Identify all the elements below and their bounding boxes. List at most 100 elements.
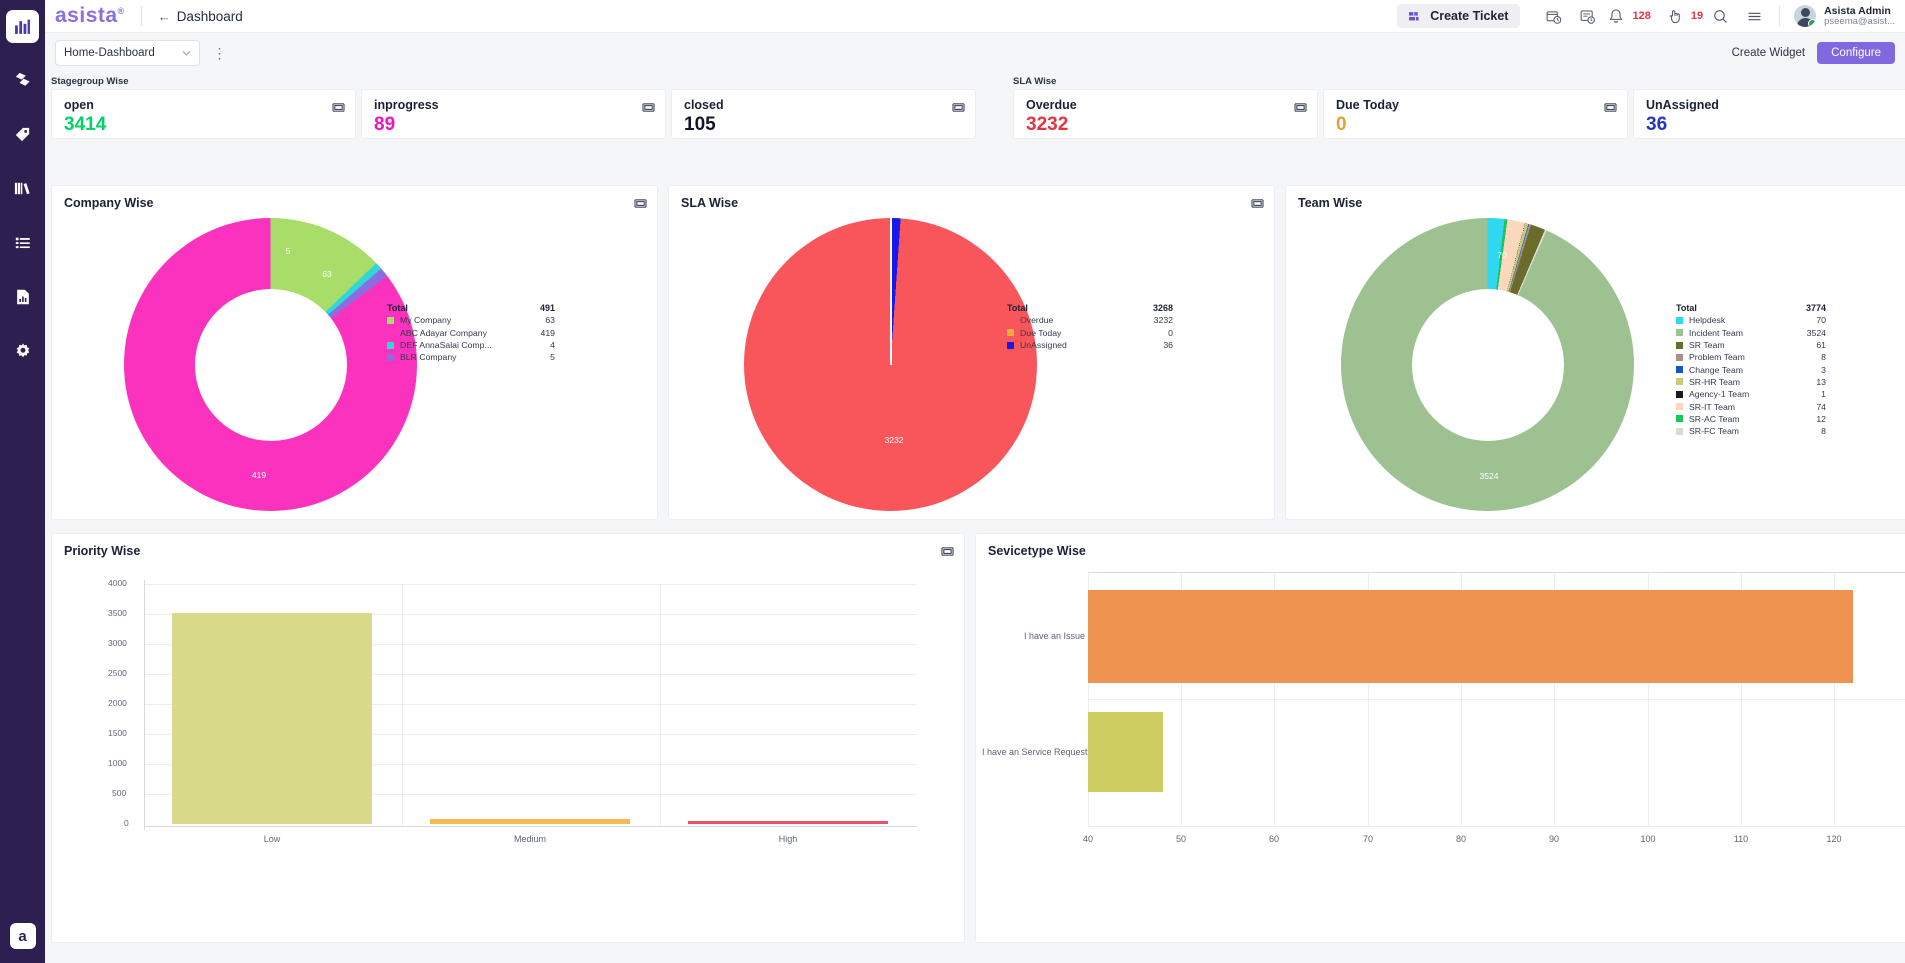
sidebar-item-lists[interactable] — [6, 226, 39, 259]
legend-label: SR-AC Team — [1689, 413, 1740, 424]
avatar — [1794, 4, 1817, 27]
widget-title: Company Wise — [64, 196, 154, 210]
legend-value: 8 — [1821, 426, 1826, 437]
legend-item[interactable]: ABC Adayar Company 419 — [387, 327, 555, 339]
user-menu[interactable]: Asista Admin pseema@asist... — [1794, 5, 1895, 28]
legend-item[interactable]: Helpdesk 70 — [1676, 314, 1826, 326]
sla-pie-chart[interactable]: 3232 — [744, 218, 1037, 511]
bell-icon[interactable] — [1604, 8, 1628, 25]
legend-item[interactable]: SR-IT Team 74 — [1676, 400, 1826, 412]
stat-card-unassigned[interactable]: UnAssigned 36 — [1633, 89, 1905, 139]
bar-high[interactable] — [688, 821, 888, 824]
bar-service-request[interactable] — [1088, 712, 1163, 792]
servicetype-plot[interactable]: I have an Issue I have an Service Reques… — [976, 534, 1905, 942]
x-tick: 100 — [1640, 834, 1656, 844]
brand-registered-mark: ® — [117, 6, 125, 16]
sidebar-item-dashboard[interactable] — [6, 10, 39, 43]
dashboard-select[interactable]: Home-Dashboard — [55, 40, 200, 66]
expand-icon[interactable] — [952, 100, 965, 112]
create-ticket-button[interactable]: Create Ticket — [1397, 4, 1521, 28]
legend-label: Helpdesk — [1689, 315, 1726, 326]
legend-label: Change Team — [1689, 364, 1743, 375]
legend-label: My Company — [400, 315, 452, 326]
legend-item[interactable]: Problem Team 8 — [1676, 351, 1826, 363]
priority-plot[interactable]: 4000 3500 3000 2500 2000 1500 1000 500 0 — [52, 534, 964, 942]
team-donut-chart[interactable]: 3524 70 — [1341, 218, 1634, 511]
y-tick: 500 — [112, 788, 127, 798]
gear-icon — [16, 342, 29, 357]
bar-low[interactable] — [172, 613, 372, 824]
legend-item[interactable]: My Company 63 — [387, 314, 555, 326]
expand-icon[interactable] — [634, 196, 647, 208]
expand-icon[interactable] — [642, 100, 655, 112]
legend-item[interactable]: UnAssigned 36 — [1007, 339, 1173, 351]
books-icon — [14, 182, 30, 195]
dashboard-options-button[interactable]: ⋮ — [210, 41, 230, 65]
menu-icon[interactable] — [1737, 8, 1771, 25]
back-arrow-icon[interactable]: ← — [158, 9, 171, 24]
create-widget-button[interactable]: Create Widget — [1732, 47, 1806, 59]
legend-item[interactable]: Agency-1 Team 1 — [1676, 388, 1826, 400]
legend-item[interactable]: Change Team 3 — [1676, 363, 1826, 375]
x-tick: Medium — [513, 834, 547, 844]
stat-card-open[interactable]: open 3414 — [51, 89, 356, 139]
legend-item[interactable]: Overdue 3232 — [1007, 314, 1173, 326]
brand-logo[interactable]: asista® — [55, 4, 125, 28]
legend-label: Incident Team — [1689, 327, 1743, 338]
sla-legend: Total 3268 Overdue 3232 Due Today 0 UnAs… — [1007, 302, 1173, 351]
chevron-down-icon — [182, 48, 191, 59]
expand-icon[interactable] — [1604, 100, 1617, 112]
slice-label-overdue: 3232 — [884, 435, 904, 445]
stat-card-due-today[interactable]: Due Today 0 — [1323, 89, 1628, 139]
legend-item[interactable]: DEF AnnaSalai Comp... 4 — [387, 339, 555, 351]
stat-card-inprogress[interactable]: inprogress 89 — [361, 89, 666, 139]
ticket-clock-icon[interactable] — [1536, 8, 1570, 25]
expand-icon[interactable] — [332, 100, 345, 112]
company-donut-chart[interactable]: 63 419 5 — [124, 218, 417, 511]
sidebar-item-tags[interactable] — [6, 118, 39, 151]
stat-card-overdue[interactable]: Overdue 3232 — [1013, 89, 1318, 139]
expand-icon[interactable] — [1251, 196, 1264, 208]
app-logo[interactable]: a — [9, 923, 36, 949]
legend-value: 13 — [1816, 376, 1826, 387]
stat-title: open — [64, 98, 94, 112]
header-actions: Create Ticket 128 19 Asista Admin pseema… — [1397, 4, 1905, 28]
legend-item[interactable]: BLR Company 5 — [387, 351, 555, 363]
bar-chart-icon — [15, 19, 30, 34]
bar-issue[interactable] — [1088, 590, 1853, 683]
x-tick: 50 — [1175, 834, 1187, 844]
hand-click-icon[interactable] — [1663, 8, 1687, 25]
expand-icon[interactable] — [1294, 100, 1307, 112]
legend-item[interactable]: SR-FC Team 8 — [1676, 425, 1826, 437]
legend-item[interactable]: SR Team 61 — [1676, 339, 1826, 351]
sidebar-item-assets[interactable] — [6, 64, 39, 97]
legend-swatch — [1676, 316, 1683, 324]
legend-value: 3232 — [1153, 315, 1173, 326]
stat-card-closed[interactable]: closed 105 — [671, 89, 976, 139]
y-tick: 4000 — [108, 578, 127, 588]
legend-item[interactable]: SR-HR Team 13 — [1676, 376, 1826, 388]
y-tick: 2000 — [108, 698, 127, 708]
bar-medium[interactable] — [430, 819, 630, 824]
legend-value: 70 — [1816, 315, 1826, 326]
legend-item[interactable]: Incident Team 3524 — [1676, 327, 1826, 339]
configure-button[interactable]: Configure — [1817, 42, 1895, 64]
sidebar-item-knowledge[interactable] — [6, 172, 39, 205]
legend-item[interactable]: Due Today 0 — [1007, 327, 1173, 339]
legend-item[interactable]: SR-AC Team 12 — [1676, 413, 1826, 425]
x-tick: 60 — [1268, 834, 1280, 844]
document-clock-icon[interactable] — [1570, 8, 1604, 25]
legend-label: SR-HR Team — [1689, 376, 1741, 387]
sidebar-item-reports[interactable] — [6, 280, 39, 313]
notifications-button[interactable]: 128 — [1604, 8, 1651, 25]
legend-total-row: Total 3268 — [1007, 302, 1173, 314]
widget-title: Team Wise — [1298, 196, 1363, 210]
stat-title: Overdue — [1026, 98, 1077, 112]
legend-swatch — [387, 353, 394, 361]
legend-label: SR-IT Team — [1689, 401, 1736, 412]
sidebar-item-settings[interactable] — [6, 334, 39, 367]
y-axis — [144, 580, 145, 830]
tasks-button[interactable]: 19 — [1663, 8, 1703, 25]
top-header-bar: asista® ← Dashboard Create Ticket 128 19… — [45, 0, 1905, 33]
search-icon[interactable] — [1703, 8, 1737, 25]
